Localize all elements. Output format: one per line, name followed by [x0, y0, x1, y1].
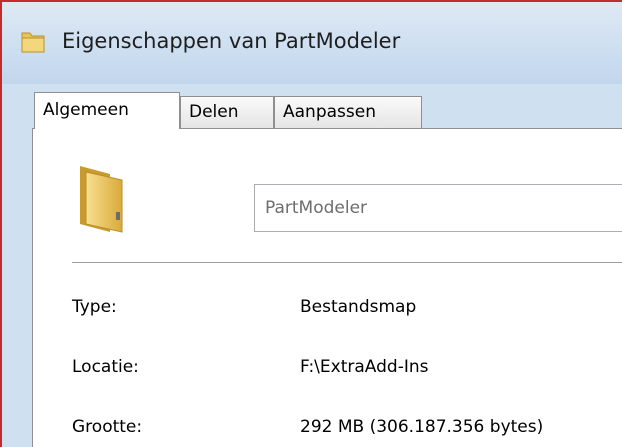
type-value: Bestandsmap — [300, 297, 417, 317]
tab-delen[interactable]: Delen — [180, 96, 274, 128]
tab-aanpassen[interactable]: Aanpassen — [274, 96, 422, 128]
size-label: Grootte: — [72, 417, 143, 437]
location-label: Locatie: — [72, 357, 139, 377]
separator — [72, 262, 622, 263]
size-value: 292 MB (306.187.356 bytes) — [300, 417, 544, 437]
folder-name-field[interactable] — [254, 184, 622, 232]
window-title: Eigenschappen van PartModeler — [62, 29, 401, 53]
folder-icon — [80, 166, 123, 233]
type-label: Type: — [72, 297, 117, 317]
location-value: F:\ExtraAdd-Ins — [300, 357, 429, 377]
folder-icon — [21, 32, 45, 53]
title-bar[interactable]: Eigenschappen van PartModeler — [2, 2, 622, 84]
tab-algemeen[interactable]: Algemeen — [34, 92, 180, 129]
